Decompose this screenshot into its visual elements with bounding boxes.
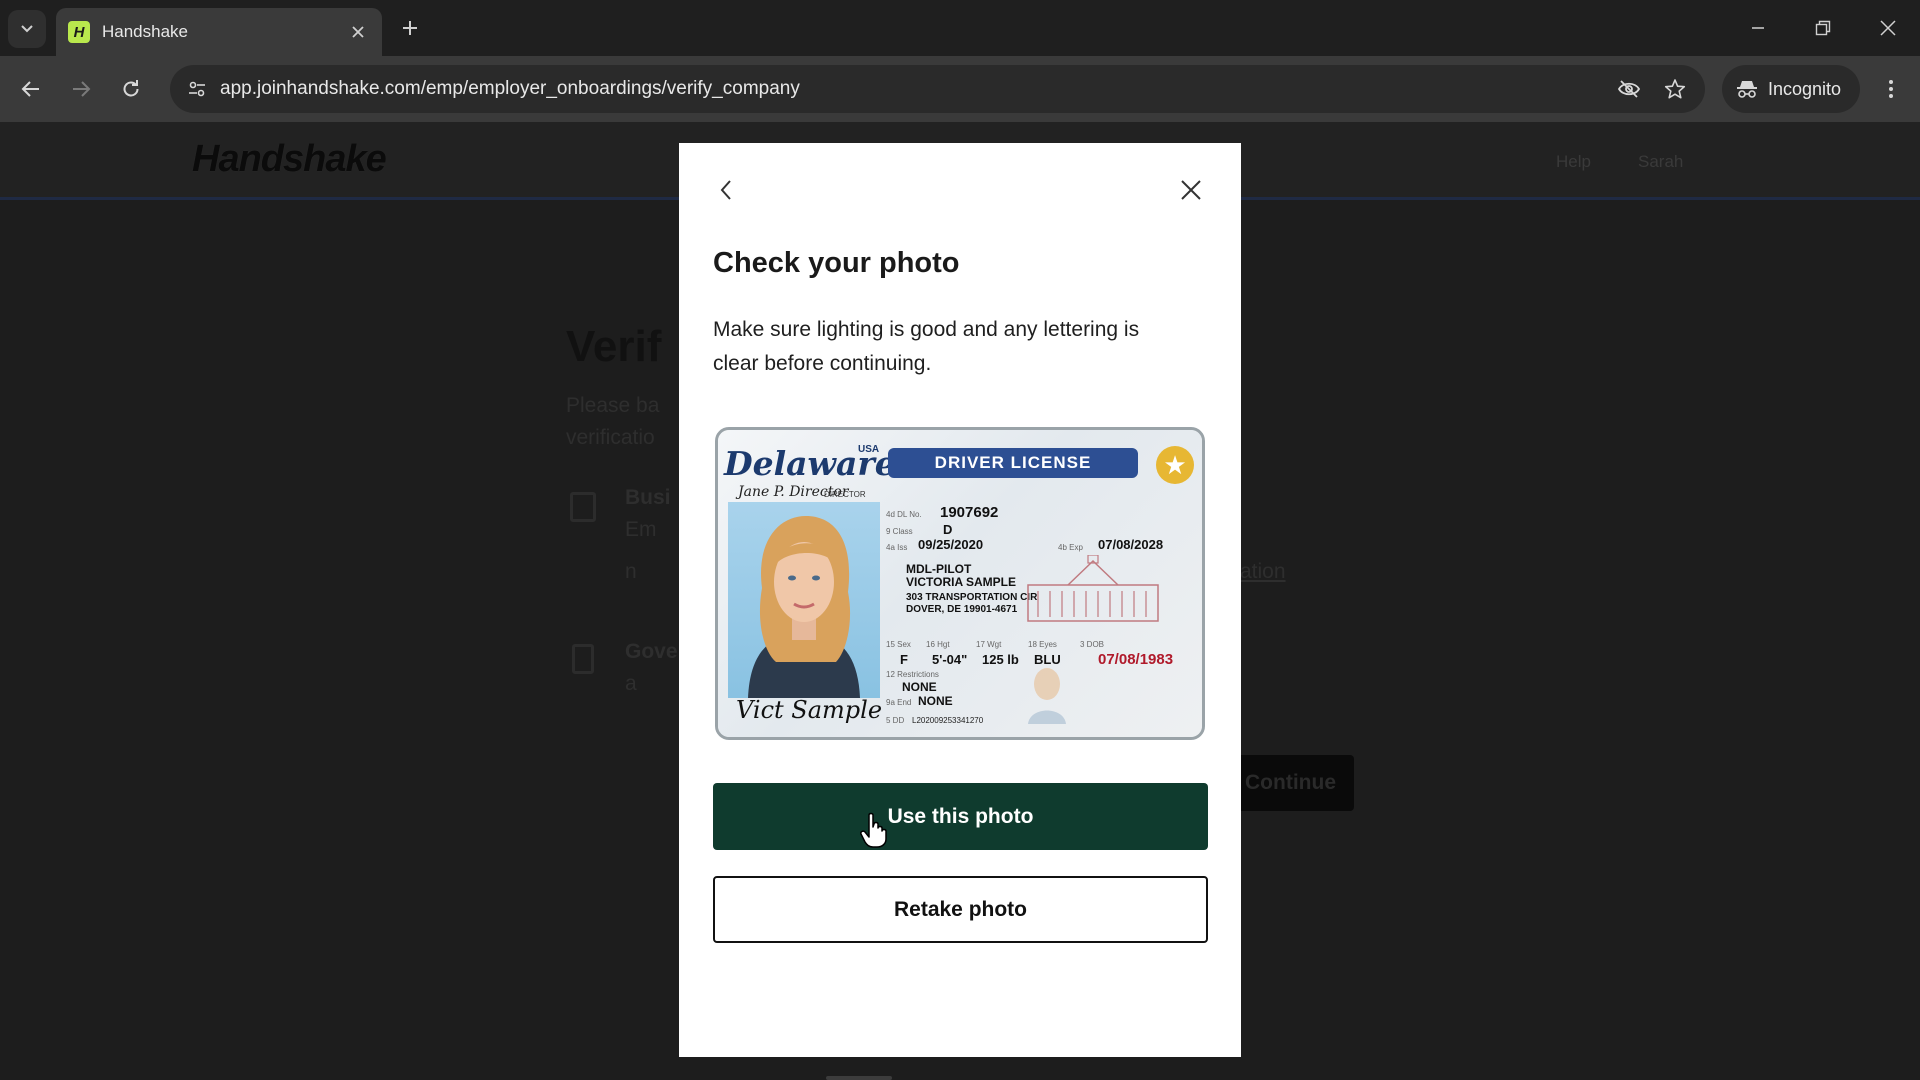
browser-menu-button[interactable] — [1874, 72, 1908, 106]
page-subtitle-line: verificatio — [566, 426, 655, 449]
minimize-icon — [1752, 27, 1764, 29]
bookmark-button[interactable] — [1659, 73, 1691, 105]
captured-id-photo: Delaware USA DRIVER LICENSE ★ Jane P. Di… — [715, 427, 1205, 740]
option-title: Gove — [625, 640, 678, 663]
eye-off-icon — [1617, 80, 1641, 98]
handshake-logo[interactable]: Handshake — [192, 138, 387, 181]
continue-button[interactable]: Continue — [1230, 755, 1354, 811]
option-desc: a — [625, 672, 637, 695]
ghost-portrait-image — [1024, 662, 1070, 724]
option-title: Busi — [625, 486, 671, 509]
tab-close-button[interactable] — [344, 18, 372, 46]
more-vertical-icon — [1889, 80, 1893, 98]
browser-tab[interactable]: H Handshake — [56, 8, 382, 56]
reload-icon — [123, 80, 139, 97]
tune-icon — [189, 81, 205, 97]
arrow-left-icon — [21, 81, 39, 97]
modal-title: Check your photo — [713, 247, 960, 279]
license-country: USA — [858, 444, 880, 455]
chevron-left-icon — [720, 180, 731, 200]
issued-value: 09/25/2020 — [918, 537, 984, 552]
handshake-favicon-icon: H — [68, 21, 90, 43]
help-link[interactable]: Help — [1556, 152, 1591, 172]
weight-value: 125 lb — [982, 652, 1019, 667]
sex-value: F — [900, 652, 908, 667]
dob-label: 3 DOB — [1080, 640, 1105, 649]
page-subtitle-line: Please ba — [566, 394, 660, 417]
driver-license-image: Delaware USA DRIVER LICENSE ★ Jane P. Di… — [718, 430, 1202, 737]
dd-value: L202009253341270 — [912, 716, 984, 725]
arrow-right-icon — [73, 81, 91, 97]
scrollbar-thumb[interactable] — [826, 1076, 892, 1080]
close-icon — [352, 26, 364, 38]
document-icon — [572, 644, 594, 674]
expires-value: 07/08/2028 — [1098, 537, 1164, 552]
url-text[interactable]: app.joinhandshake.com/emp/employer_onboa… — [220, 78, 1613, 100]
name-line-2: VICTORIA SAMPLE — [906, 575, 1017, 589]
tab-title: Handshake — [102, 22, 189, 41]
business-icon — [570, 492, 596, 522]
option-desc: Em — [625, 518, 657, 541]
close-window-button[interactable] — [1866, 8, 1910, 48]
modal-back-button[interactable] — [711, 175, 741, 205]
endorsements-label: 9a End — [886, 698, 912, 707]
site-settings-button[interactable] — [182, 74, 212, 104]
back-button[interactable] — [14, 72, 48, 106]
restore-window-button[interactable] — [1801, 8, 1845, 48]
incognito-icon — [1736, 79, 1758, 99]
height-label: 16 Hgt — [926, 640, 950, 649]
name-line-1: MDL-PILOT — [906, 562, 972, 576]
class-value: D — [943, 522, 953, 537]
address-bar[interactable]: app.joinhandshake.com/emp/employer_onboa… — [170, 65, 1705, 113]
restore-icon — [1815, 20, 1831, 36]
option-link[interactable]: ation — [1240, 560, 1286, 584]
hand-cursor-icon — [860, 812, 887, 848]
tab-search-button[interactable] — [8, 10, 46, 48]
restrictions-label: 12 Restrictions — [886, 670, 939, 679]
license-banner: DRIVER LICENSE — [888, 448, 1138, 478]
dl-no-value: 1907692 — [940, 504, 999, 521]
incognito-indicator[interactable]: Incognito — [1722, 65, 1860, 113]
dd-label: 5 DD — [886, 716, 905, 725]
modal-close-button[interactable] — [1176, 175, 1206, 205]
new-tab-button[interactable] — [396, 14, 424, 42]
minimize-window-button[interactable] — [1736, 8, 1780, 48]
option-desc: n — [625, 560, 637, 583]
use-this-photo-button[interactable]: Use this photo — [713, 783, 1208, 850]
license-portrait — [728, 502, 880, 698]
check-photo-modal: Check your photo Make sure lighting is g… — [679, 143, 1241, 1057]
tracking-protection-button[interactable] — [1613, 73, 1645, 105]
browser-toolbar: app.joinhandshake.com/emp/employer_onboa… — [0, 56, 1920, 122]
real-id-star-icon: ★ — [1156, 446, 1194, 484]
class-label: 9 Class — [886, 527, 913, 536]
forward-button[interactable] — [64, 72, 98, 106]
eyes-label: 18 Eyes — [1028, 640, 1057, 649]
director-label: DIRECTOR — [824, 490, 866, 499]
restrictions-value: NONE — [902, 680, 937, 694]
browser-tab-bar: H Handshake — [0, 0, 1920, 56]
plus-icon — [403, 21, 417, 35]
modal-description: Make sure lighting is good and any lette… — [713, 318, 1140, 375]
dl-no-label: 4d DL No. — [886, 510, 922, 519]
issued-label: 4a Iss — [886, 543, 908, 552]
incognito-label: Incognito — [1768, 78, 1842, 99]
endorsements-value: NONE — [918, 694, 953, 708]
star-outline-icon — [1664, 79, 1686, 99]
close-icon — [1181, 180, 1201, 200]
holder-signature: Vict Sample — [736, 696, 883, 724]
reload-button[interactable] — [114, 72, 148, 106]
sex-label: 15 Sex — [886, 640, 911, 649]
address-line-2: DOVER, DE 19901-4671 — [906, 604, 1018, 615]
chevron-down-icon — [21, 25, 33, 33]
user-menu[interactable]: Sarah — [1638, 152, 1683, 172]
page-title: Verif — [566, 322, 662, 371]
height-value: 5'-04" — [932, 652, 968, 667]
expires-label: 4b Exp — [1058, 543, 1083, 552]
capitol-building-image — [1018, 554, 1168, 630]
dob-value: 07/08/1983 — [1098, 651, 1174, 668]
weight-label: 17 Wgt — [976, 640, 1002, 649]
close-icon — [1880, 20, 1896, 36]
retake-photo-button[interactable]: Retake photo — [713, 876, 1208, 943]
